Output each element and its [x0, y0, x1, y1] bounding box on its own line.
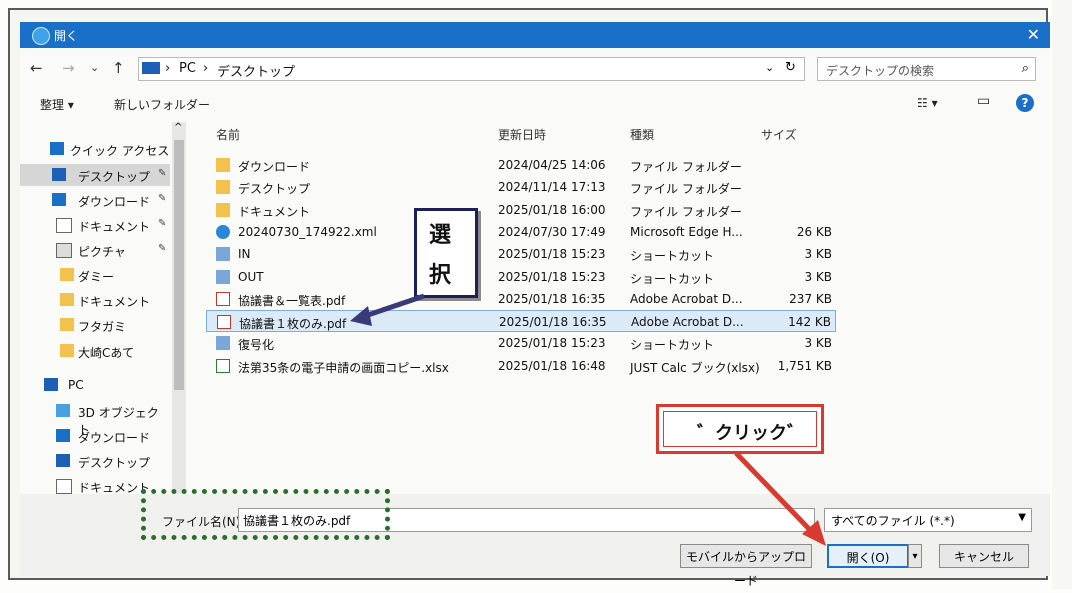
- select-arrow-line: [361, 293, 425, 320]
- click-arrow-line: [734, 451, 814, 534]
- select-arrow-head: [350, 306, 372, 326]
- annotation-arrows: [350, 293, 826, 546]
